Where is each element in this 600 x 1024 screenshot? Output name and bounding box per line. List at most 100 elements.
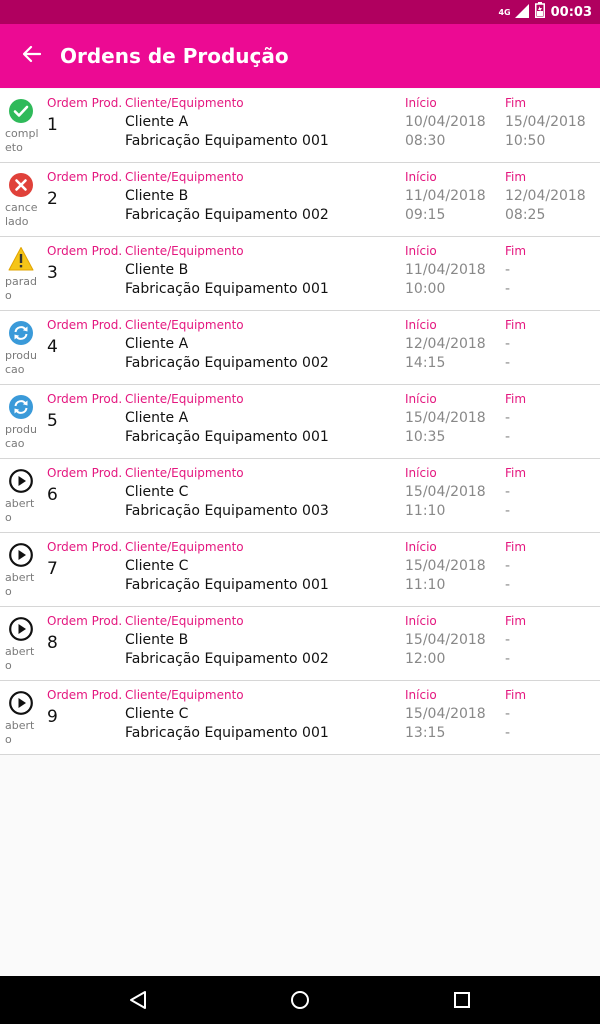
order-client: Cliente B: [125, 632, 189, 648]
start-label: Início: [405, 614, 437, 628]
order-number: 8: [47, 633, 58, 653]
start-label: Início: [405, 466, 437, 480]
order-number-label: Ordem Prod.: [47, 170, 123, 184]
client-equipment-label: Cliente/Equipmento: [125, 392, 244, 406]
order-number-label: Ordem Prod.: [47, 96, 123, 110]
order-start-time: 10:35: [405, 429, 446, 445]
order-client: Cliente C: [125, 484, 189, 500]
status-bar: 4G 00:03: [0, 0, 600, 24]
order-number: 4: [47, 337, 58, 357]
order-end-date: -: [505, 484, 511, 500]
order-start-time: 11:10: [405, 577, 446, 593]
order-equipment: Fabricação Equipamento 002: [125, 355, 329, 371]
order-start-date: 15/04/2018: [405, 484, 486, 500]
order-row[interactable]: aberto Ordem Prod. 8 Cliente/Equipmento Clie…: [0, 607, 600, 681]
order-number: 5: [47, 411, 58, 431]
order-status-label: parado: [5, 275, 37, 302]
end-label: Fim: [505, 392, 527, 406]
order-end-date: -: [505, 706, 511, 722]
order-status-label: aberto: [5, 719, 35, 746]
order-end-date: 12/04/2018: [505, 188, 586, 204]
order-start-time: 13:15: [405, 725, 446, 741]
order-number-label: Ordem Prod.: [47, 688, 123, 702]
order-row[interactable]: aberto Ordem Prod. 7 Cliente/Equipmento Clie…: [0, 533, 600, 607]
end-label: Fim: [505, 466, 527, 480]
order-equipment: Fabricação Equipamento 001: [125, 133, 329, 149]
order-end-time: -: [505, 503, 511, 519]
signal-icon: [514, 3, 529, 22]
start-label: Início: [405, 244, 437, 258]
order-row[interactable]: cancelado Ordem Prod. 2 Cliente/Equipmento C…: [0, 163, 600, 237]
order-row[interactable]: aberto Ordem Prod. 6 Cliente/Equipmento Clie…: [0, 459, 600, 533]
order-status-label: aberto: [5, 497, 35, 524]
order-start-time: 09:15: [405, 207, 446, 223]
client-equipment-label: Cliente/Equipmento: [125, 466, 244, 480]
order-client: Cliente A: [125, 114, 189, 130]
order-start-date: 11/04/2018: [405, 188, 486, 204]
nav-home-button[interactable]: [288, 988, 312, 1012]
app-bar: Ordens de Produção: [0, 24, 600, 88]
end-label: Fim: [505, 96, 527, 110]
order-end-time: -: [505, 725, 511, 741]
navigation-bar: [0, 976, 600, 1024]
order-client: Cliente C: [125, 706, 189, 722]
nav-back-button[interactable]: [126, 988, 150, 1012]
end-label: Fim: [505, 244, 527, 258]
play-circle-icon: [8, 690, 34, 716]
order-number-label: Ordem Prod.: [47, 318, 123, 332]
order-client: Cliente B: [125, 262, 189, 278]
order-number-label: Ordem Prod.: [47, 540, 123, 554]
order-row[interactable]: parado Ordem Prod. 3 Cliente/Equipmento Clie…: [0, 237, 600, 311]
order-equipment: Fabricação Equipamento 001: [125, 281, 329, 297]
start-label: Início: [405, 540, 437, 554]
end-label: Fim: [505, 318, 527, 332]
order-row[interactable]: producao Ordem Prod. 5 Cliente/Equipmento Cl…: [0, 385, 600, 459]
order-row[interactable]: producao Ordem Prod. 4 Cliente/Equipmento Cl…: [0, 311, 600, 385]
status-time: 00:03: [550, 4, 592, 20]
order-status-label: aberto: [5, 645, 35, 672]
end-label: Fim: [505, 170, 527, 184]
order-row[interactable]: completo Ordem Prod. 1 Cliente/Equipmento Cl…: [0, 89, 600, 163]
order-status-label: cancelado: [5, 201, 38, 228]
order-start-time: 08:30: [405, 133, 446, 149]
warning-icon: [8, 246, 34, 272]
order-end-time: 10:50: [505, 133, 546, 149]
nav-home-icon: [288, 991, 312, 1016]
order-number: 6: [47, 485, 58, 505]
order-end-time: -: [505, 281, 511, 297]
start-label: Início: [405, 688, 437, 702]
order-end-date: 15/04/2018: [505, 114, 586, 130]
start-label: Início: [405, 96, 437, 110]
order-end-date: -: [505, 336, 511, 352]
orders-list: completo Ordem Prod. 1 Cliente/Equipmento Cl…: [0, 89, 600, 755]
order-equipment: Fabricação Equipamento 001: [125, 577, 329, 593]
order-start-time: 14:15: [405, 355, 446, 371]
order-equipment: Fabricação Equipamento 001: [125, 725, 329, 741]
order-client: Cliente A: [125, 336, 189, 352]
order-start-date: 15/04/2018: [405, 632, 486, 648]
page-title: Ordens de Produção: [60, 44, 289, 68]
play-circle-icon: [8, 468, 34, 494]
order-equipment: Fabricação Equipamento 001: [125, 429, 329, 445]
client-equipment-label: Cliente/Equipmento: [125, 540, 244, 554]
client-equipment-label: Cliente/Equipmento: [125, 96, 244, 110]
order-end-date: -: [505, 632, 511, 648]
order-end-date: -: [505, 262, 511, 278]
nav-recents-button[interactable]: [450, 988, 474, 1012]
back-button[interactable]: [16, 40, 48, 72]
order-number: 9: [47, 707, 58, 727]
client-equipment-label: Cliente/Equipmento: [125, 170, 244, 184]
order-end-time: -: [505, 577, 511, 593]
client-equipment-label: Cliente/Equipmento: [125, 318, 244, 332]
order-number-label: Ordem Prod.: [47, 614, 123, 628]
arrow-back-icon: [22, 45, 42, 67]
order-row[interactable]: aberto Ordem Prod. 9 Cliente/Equipmento Clie…: [0, 681, 600, 755]
start-label: Início: [405, 392, 437, 406]
order-number: 1: [47, 115, 58, 135]
cancel-circle-icon: [8, 172, 34, 198]
play-circle-icon: [8, 616, 34, 642]
order-start-date: 15/04/2018: [405, 410, 486, 426]
order-number: 2: [47, 189, 58, 209]
play-circle-icon: [8, 542, 34, 568]
order-end-date: -: [505, 410, 511, 426]
